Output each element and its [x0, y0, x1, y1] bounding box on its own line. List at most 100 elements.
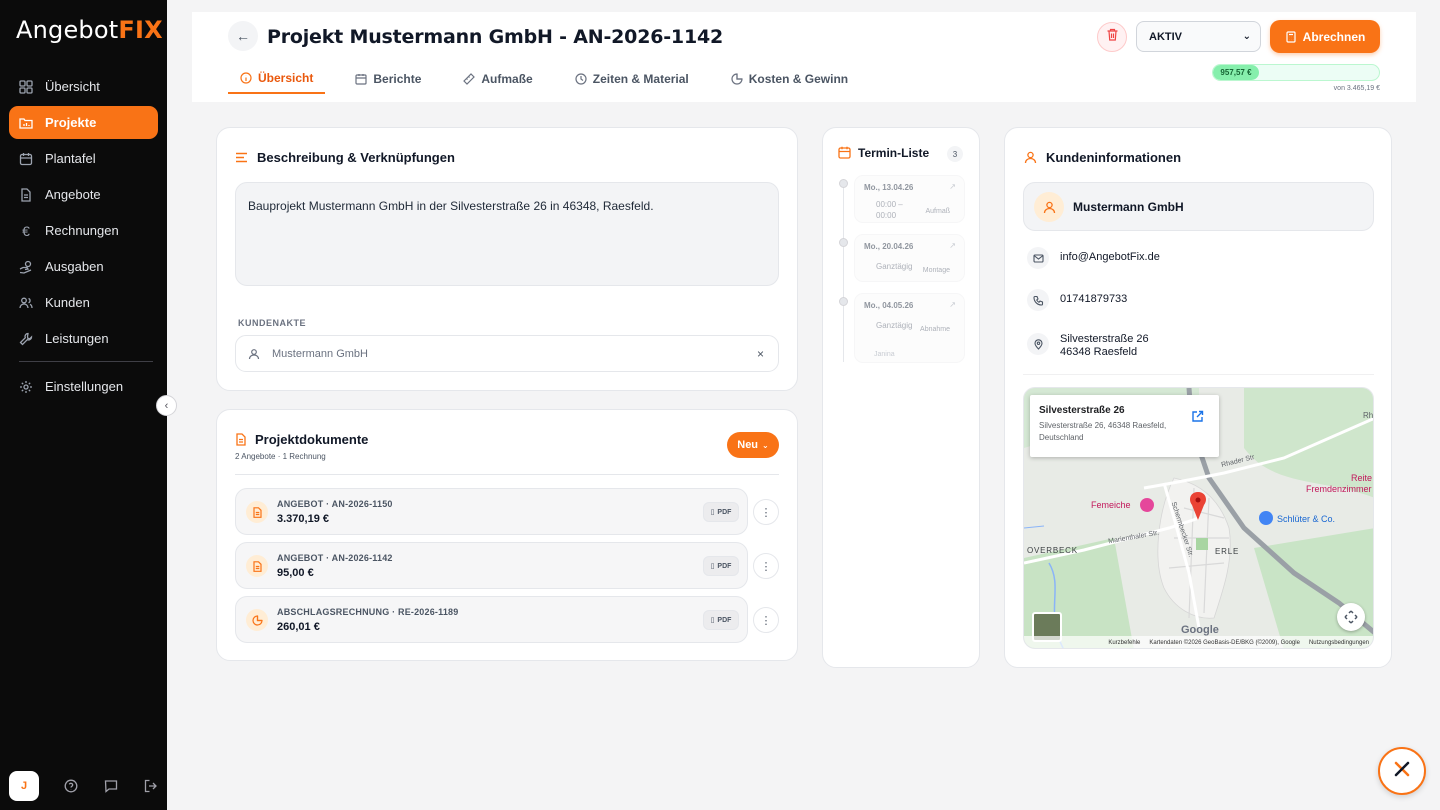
pie-chart-icon	[246, 609, 268, 631]
sidebar-item-label: Projekte	[45, 115, 97, 130]
termin-time: 00:00 – 00:00	[864, 199, 903, 221]
customer-email-row[interactable]: info@AngebotFix.de	[1027, 247, 1160, 269]
description-card-title: Beschreibung & Verknüpfungen	[235, 150, 455, 165]
tab-label: Kosten & Gewinn	[748, 72, 849, 86]
new-document-button[interactable]: Neu ⌄	[727, 432, 779, 458]
termin-item[interactable]: Mo., 13.04.26 00:00 – 00:00 Aufmaß ↗	[854, 175, 965, 223]
termin-time-text: 00:00 – 00:00	[876, 200, 903, 220]
more-options-button[interactable]: ⋮	[753, 607, 779, 633]
ruler-icon	[463, 73, 476, 85]
kundenakte-field[interactable]: Mustermann GmbH ×	[235, 335, 779, 372]
customer-street: Silvesterstraße 26	[1060, 333, 1149, 345]
description-textarea[interactable]: Bauprojekt Mustermann GmbH in der Silves…	[235, 182, 779, 286]
file-icon: ▯	[710, 509, 715, 516]
map-popup-address: Silvesterstraße 26, 46348 Raesfeld, Deut…	[1039, 421, 1167, 442]
abrechnen-label: Abrechnen	[1302, 29, 1366, 44]
card-title-text: Projektdokumente	[255, 432, 369, 447]
help-icon[interactable]	[63, 778, 79, 794]
external-link-icon[interactable]: ↗	[949, 182, 956, 191]
more-options-button[interactable]: ⋮	[753, 499, 779, 525]
abrechnen-button[interactable]: Abrechnen	[1270, 20, 1380, 53]
sidebar-item-label: Ausgaben	[45, 259, 104, 274]
map-label-fremdenzimmer: Fremdenzimmer	[1306, 484, 1372, 494]
document-amount: 3.370,19 €	[277, 513, 329, 525]
termin-item[interactable]: Mo., 20.04.26 Ganztägig Montage ↗	[854, 234, 965, 282]
sidebar: AngebotFIX Übersicht Projekte Plantafel …	[0, 0, 167, 810]
sidebar-item-plantafel[interactable]: Plantafel	[9, 142, 158, 175]
timeline-dot	[839, 297, 848, 306]
sidebar-item-leistungen[interactable]: Leistungen	[9, 322, 158, 355]
customer-map[interactable]: Silvesterstraße 26 Silvesterstraße 26, 4…	[1023, 387, 1374, 649]
customer-card: Kundeninformationen Mustermann GmbH info…	[1004, 127, 1392, 668]
angebotfix-logo-icon	[1393, 760, 1411, 783]
customer-address-row[interactable]: Silvesterstraße 26 46348 Raesfeld	[1027, 333, 1149, 359]
tab-aufmasse[interactable]: Aufmaße	[451, 64, 544, 94]
termin-item[interactable]: Mo., 04.05.26 Ganztägig Abnahme ↗ Janina	[854, 293, 965, 363]
card-title-text: Kundeninformationen	[1046, 150, 1182, 165]
card-title-text: Termin-Liste	[858, 146, 930, 160]
app-logo[interactable]: AngebotFIX	[16, 16, 163, 44]
delete-project-button[interactable]	[1097, 22, 1127, 52]
tab-label: Zeiten & Material	[592, 72, 689, 86]
sidebar-item-uebersicht[interactable]: Übersicht	[9, 70, 158, 103]
sidebar-item-rechnungen[interactable]: € Rechnungen	[9, 214, 158, 247]
card-title-text: Beschreibung & Verknüpfungen	[257, 150, 455, 165]
tab-uebersicht[interactable]: Übersicht	[228, 64, 326, 94]
clear-icon[interactable]: ×	[757, 347, 764, 361]
avatar[interactable]: J	[9, 771, 39, 801]
termin-person: Janina	[864, 351, 895, 358]
customer-name-box[interactable]: Mustermann GmbH	[1023, 182, 1374, 231]
sidebar-item-einstellungen[interactable]: Einstellungen	[9, 370, 158, 403]
status-select[interactable]: AKTIV ⌄	[1136, 21, 1261, 52]
map-footer: Kurzbefehle Kartendaten ©2026 GeoBasis-D…	[1024, 636, 1373, 648]
logout-icon[interactable]	[143, 778, 159, 794]
external-link-icon[interactable]: ↗	[949, 241, 956, 250]
external-link-icon[interactable]	[1186, 405, 1208, 427]
map-label-femeiche: Femeiche	[1091, 500, 1131, 510]
assistant-fab-button[interactable]	[1378, 747, 1426, 795]
tab-kosten-gewinn[interactable]: Kosten & Gewinn	[719, 64, 860, 94]
fullscreen-icon[interactable]	[1337, 603, 1365, 631]
tab-label: Übersicht	[258, 71, 314, 85]
tab-zeiten-material[interactable]: Zeiten & Material	[563, 64, 701, 94]
file-icon: ▯	[710, 617, 715, 624]
document-row[interactable]: ABSCHLAGSRECHNUNG · RE-2026-1189 260,01 …	[235, 596, 748, 643]
termin-list-title: Termin-Liste	[838, 146, 929, 160]
user-icon	[1024, 151, 1038, 165]
back-button[interactable]: ←	[228, 21, 258, 51]
pdf-button[interactable]: ▯ PDF	[703, 502, 739, 522]
users-icon	[18, 295, 34, 311]
document-row[interactable]: ANGEBOT · AN-2026-1142 95,00 € ▯ PDF	[235, 542, 748, 589]
phone-icon	[1027, 289, 1049, 311]
customer-phone: 01741879733	[1060, 293, 1128, 305]
document-title: ABSCHLAGSRECHNUNG · RE-2026-1189	[277, 607, 459, 617]
map-shortcuts-link[interactable]: Kurzbefehle	[1108, 640, 1140, 646]
more-vertical-icon: ⋮	[760, 506, 772, 519]
billing-progress-fill: 957,57 €	[1213, 65, 1259, 80]
trash-icon	[1106, 28, 1119, 46]
external-link-icon[interactable]: ↗	[949, 300, 956, 309]
euro-icon: €	[22, 222, 30, 239]
documents-card: Projektdokumente 2 Angebote · 1 Rechnung…	[216, 409, 798, 661]
sidebar-item-angebote[interactable]: Angebote	[9, 178, 158, 211]
pdf-button[interactable]: ▯ PDF	[703, 556, 739, 576]
document-row[interactable]: ANGEBOT · AN-2026-1150 3.370,19 € ▯ PDF	[235, 488, 748, 535]
map-label-overbeck: OVERBECK	[1027, 546, 1078, 555]
sidebar-item-projekte[interactable]: Projekte	[9, 106, 158, 139]
description-card: Beschreibung & Verknüpfungen Bauprojekt …	[216, 127, 798, 391]
pdf-button[interactable]: ▯ PDF	[703, 610, 739, 630]
more-vertical-icon: ⋮	[760, 614, 772, 627]
google-logo: Google	[1181, 624, 1219, 636]
customer-phone-row[interactable]: 01741879733	[1027, 289, 1127, 311]
map-terms-link[interactable]: Nutzungsbedingungen	[1309, 640, 1369, 646]
sidebar-item-ausgaben[interactable]: Ausgaben	[9, 250, 158, 283]
sidebar-item-kunden[interactable]: Kunden	[9, 286, 158, 319]
chat-icon[interactable]	[103, 778, 119, 794]
customer-email: info@AngebotFix.de	[1060, 251, 1160, 263]
document-amount: 260,01 €	[277, 621, 320, 633]
more-options-button[interactable]: ⋮	[753, 553, 779, 579]
tab-berichte[interactable]: Berichte	[343, 64, 433, 94]
termin-tag: Abnahme	[920, 326, 950, 333]
pie-chart-icon	[731, 73, 743, 85]
sidebar-collapse-button[interactable]: ‹	[156, 395, 177, 416]
